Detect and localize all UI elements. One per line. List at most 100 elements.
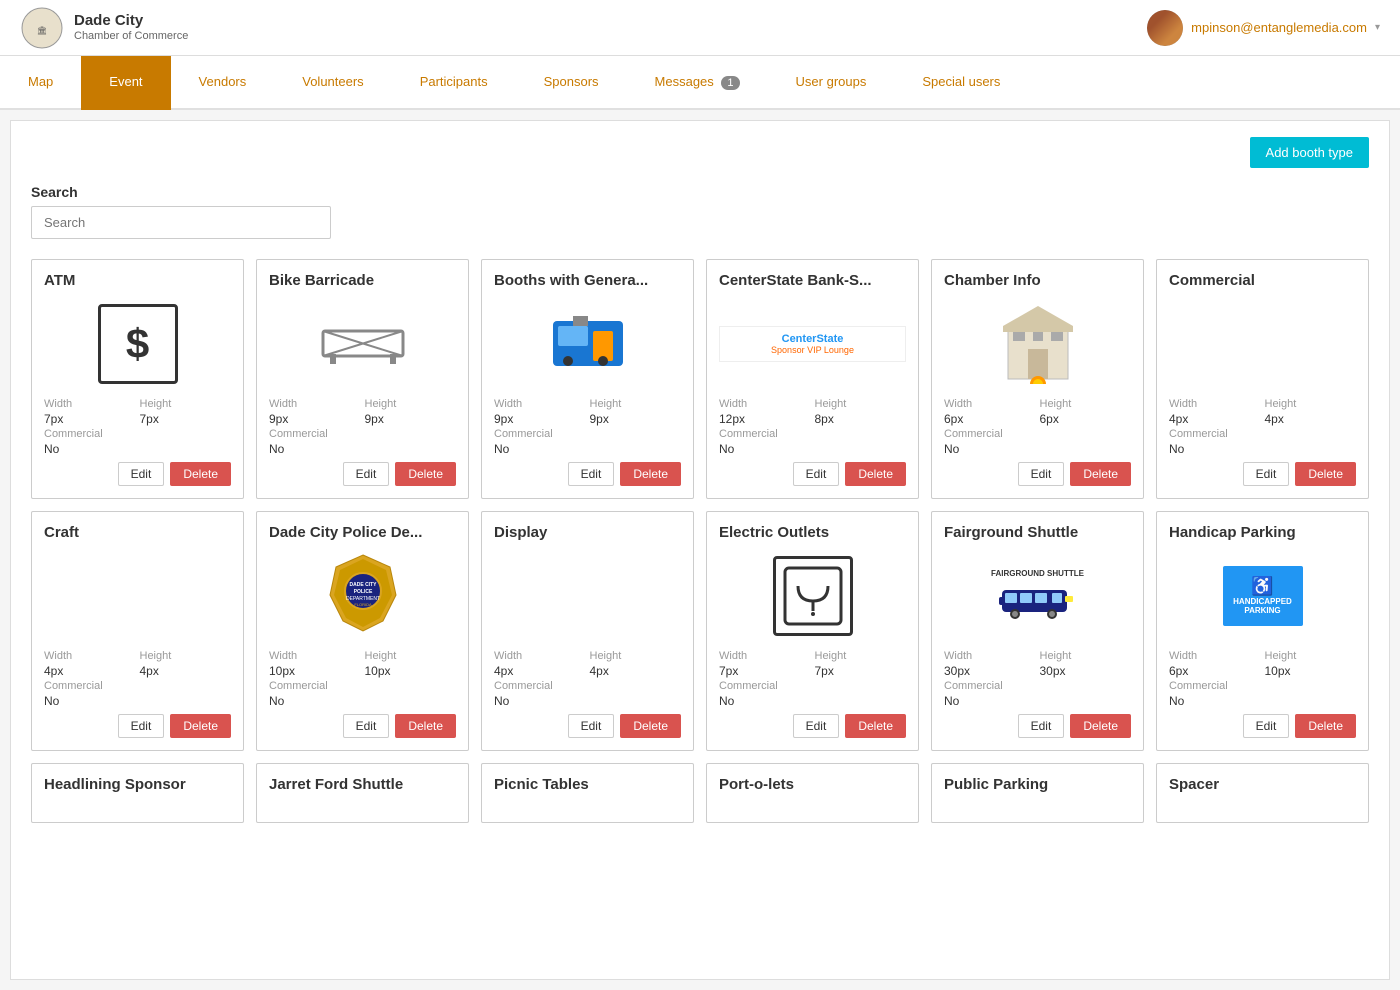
delete-button-centerstate-bank[interactable]: Delete [845,462,906,486]
card-meta-handicap-parking: Width Height 6px 10px Commercial No [1169,650,1356,708]
delete-button-craft[interactable]: Delete [170,714,231,738]
delete-button-commercial[interactable]: Delete [1295,462,1356,486]
header: 🏛 Dade City Chamber of Commerce mpinson@… [0,0,1400,56]
nav-item-volunteers[interactable]: Volunteers [274,56,391,110]
commercial-value: No [44,442,231,456]
card-image-atm: $ [44,297,231,390]
delete-button-chamber-info[interactable]: Delete [1070,462,1131,486]
edit-button-centerstate-bank[interactable]: Edit [793,462,840,486]
card-title-electric-outlets: Electric Outlets [719,524,906,541]
delete-button-handicap-parking[interactable]: Delete [1295,714,1356,738]
card-image-commercial [1169,297,1356,390]
card-meta-bike-barricade: Width Height 9px 9px Commercial No [269,398,456,456]
card-actions-police: Edit Delete [269,714,456,738]
bottom-cards-row: Headlining Sponsor Jarret Ford Shuttle P… [31,763,1369,823]
delete-button-fairground-shuttle[interactable]: Delete [1070,714,1131,738]
card-actions-craft: Edit Delete [44,714,231,738]
nav-item-messages[interactable]: Messages 1 [627,56,768,110]
edit-button-fairground-shuttle[interactable]: Edit [1018,714,1065,738]
nav-item-map[interactable]: Map [0,56,81,110]
card-meta-booths-generator: Width Height 9px 9px Commercial No [494,398,681,456]
edit-button-craft[interactable]: Edit [118,714,165,738]
edit-button-booths-generator[interactable]: Edit [568,462,615,486]
delete-button-bike-barricade[interactable]: Delete [395,462,456,486]
svg-text:FLORIDA: FLORIDA [354,602,372,607]
edit-button-display[interactable]: Edit [568,714,615,738]
generator-icon [548,311,628,376]
user-area[interactable]: mpinson@entanglemedia.com ▾ [1147,10,1380,46]
card-booths-generator: Booths with Genera... Width Height 9px 9… [481,259,694,499]
delete-button-display[interactable]: Delete [620,714,681,738]
edit-button-police[interactable]: Edit [343,714,390,738]
user-dropdown-arrow[interactable]: ▾ [1375,22,1380,33]
nav-item-usergroups[interactable]: User groups [768,56,895,110]
card-electric-outlets: Electric Outlets Width Height 7px 7px Co… [706,511,919,751]
card-title-display: Display [494,524,681,541]
messages-badge: 1 [721,76,739,90]
card-actions-commercial: Edit Delete [1169,462,1356,486]
nav-item-event[interactable]: Event [81,56,170,110]
card-image-craft [44,549,231,642]
card-image-bike-barricade [269,297,456,390]
card-image-chamber-info [944,297,1131,390]
nav-item-sponsors[interactable]: Sponsors [516,56,627,110]
card-actions-atm: Edit Delete [44,462,231,486]
width-label: Width [44,398,136,410]
card-meta-atm: Width Height 7px 7px Commercial No [44,398,231,456]
card-image-handicap-parking: ♿ HANDICAPPED PARKING [1169,549,1356,642]
card-actions-handicap-parking: Edit Delete [1169,714,1356,738]
card-title-fairground-shuttle: Fairground Shuttle [944,524,1131,541]
search-section: Search [31,184,1369,239]
card-title-handicap-parking: Handicap Parking [1169,524,1356,541]
edit-button-handicap-parking[interactable]: Edit [1243,714,1290,738]
avatar [1147,10,1183,46]
add-booth-type-button[interactable]: Add booth type [1250,137,1369,168]
commercial-label: Commercial [44,428,231,440]
card-title-port-o-lets: Port-o-lets [719,776,906,793]
delete-button-atm[interactable]: Delete [170,462,231,486]
card-centerstate-bank: CenterState Bank-S... CenterState Sponso… [706,259,919,499]
main-nav: Map Event Vendors Volunteers Participant… [0,56,1400,110]
nav-item-vendors[interactable]: Vendors [171,56,275,110]
card-public-parking: Public Parking [931,763,1144,823]
logo-icon: 🏛 [20,6,64,50]
outlet-icon [773,556,853,636]
user-email: mpinson@entanglemedia.com [1191,20,1367,35]
nav-item-participants[interactable]: Participants [392,56,516,110]
search-label: Search [31,184,1369,200]
edit-button-chamber-info[interactable]: Edit [1018,462,1065,486]
edit-button-electric-outlets[interactable]: Edit [793,714,840,738]
card-chamber-info: Chamber Info Width Height 6px 6px [931,259,1144,499]
card-meta-chamber-info: Width Height 6px 6px Commercial No [944,398,1131,456]
card-actions-centerstate-bank: Edit Delete [719,462,906,486]
card-image-display [494,549,681,642]
card-craft: Craft Width Height 4px 4px Commercial No… [31,511,244,751]
card-spacer: Spacer [1156,763,1369,823]
nav-item-specialusers[interactable]: Special users [894,56,1028,110]
card-title-public-parking: Public Parking [944,776,1131,793]
edit-button-bike-barricade[interactable]: Edit [343,462,390,486]
dollar-icon: $ [98,304,178,384]
card-actions-electric-outlets: Edit Delete [719,714,906,738]
chamber-icon [998,304,1078,384]
card-meta-display: Width Height 4px 4px Commercial No [494,650,681,708]
handicap-sign-icon: ♿ HANDICAPPED PARKING [1223,566,1303,626]
card-jarret-ford-shuttle: Jarret Ford Shuttle [256,763,469,823]
card-image-booths-generator [494,297,681,390]
card-title-commercial: Commercial [1169,272,1356,289]
edit-button-atm[interactable]: Edit [118,462,165,486]
card-image-centerstate-bank: CenterState Sponsor VIP Lounge [719,297,906,390]
search-input[interactable] [31,206,331,239]
delete-button-electric-outlets[interactable]: Delete [845,714,906,738]
centerstate-logo: CenterState Sponsor VIP Lounge [719,326,906,362]
police-badge-icon: DADE CITY POLICE DEPARTMENT FLORIDA [328,553,398,638]
card-display: Display Width Height 4px 4px Commercial … [481,511,694,751]
delete-button-booths-generator[interactable]: Delete [620,462,681,486]
width-value: 7px [44,412,136,426]
card-title-craft: Craft [44,524,231,541]
card-meta-fairground-shuttle: Width Height 30px 30px Commercial No [944,650,1131,708]
delete-button-police[interactable]: Delete [395,714,456,738]
edit-button-commercial[interactable]: Edit [1243,462,1290,486]
card-image-police: DADE CITY POLICE DEPARTMENT FLORIDA [269,549,456,642]
card-picnic-tables: Picnic Tables [481,763,694,823]
